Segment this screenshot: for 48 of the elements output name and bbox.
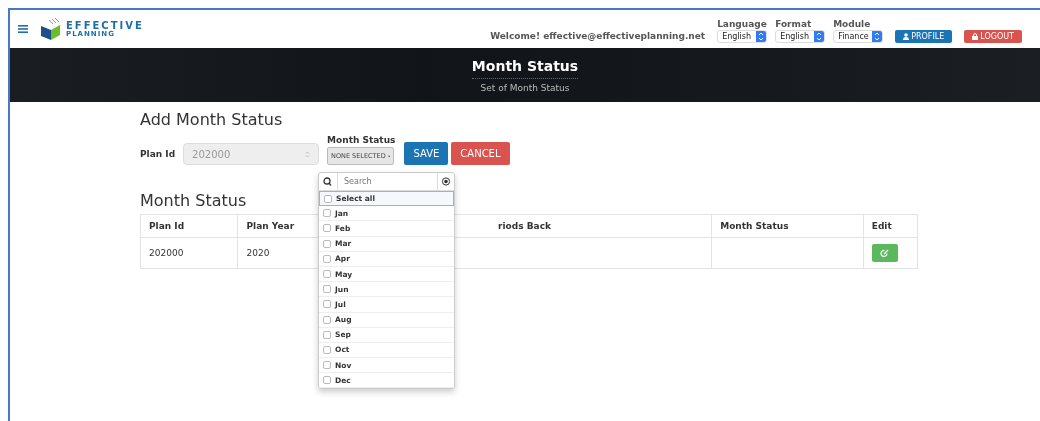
stepper-icon: [756, 31, 767, 42]
column-header: Plan Id: [140, 214, 238, 238]
select-field[interactable]: English: [717, 30, 768, 43]
checkbox[interactable]: [323, 345, 331, 354]
edit-button[interactable]: [871, 244, 898, 262]
stepper-icon: [814, 31, 825, 42]
edit-icon: [880, 248, 890, 258]
checkbox[interactable]: [323, 330, 331, 339]
field-label: Plan Id: [140, 149, 176, 161]
table-cell: 2020: [246, 248, 270, 258]
checkbox[interactable]: [323, 285, 331, 294]
checkbox[interactable]: [323, 254, 331, 263]
caret-icon: [387, 154, 391, 158]
checkbox[interactable]: [323, 315, 331, 324]
menu-icon[interactable]: [18, 25, 28, 33]
checkbox[interactable]: [323, 239, 331, 248]
select-field[interactable]: Finance: [833, 30, 884, 43]
banner-title: Month Status: [471, 57, 579, 79]
table-cell: 202000: [149, 248, 184, 258]
stepper-icon: [305, 149, 311, 159]
checkbox[interactable]: [324, 194, 332, 203]
checkbox[interactable]: [323, 209, 331, 218]
column-header: Month Status: [711, 214, 864, 238]
checkbox[interactable]: [323, 376, 331, 385]
logo-name: EFFECTIVE: [66, 20, 144, 31]
lock-icon: [972, 33, 979, 40]
column-header: Edit: [863, 214, 918, 238]
select-label: Module: [833, 19, 872, 29]
checkbox[interactable]: [323, 224, 331, 233]
profile-button[interactable]: PROFILE: [895, 30, 953, 43]
welcome-text: Welcome! effective@effectiveplanning.net: [490, 31, 706, 43]
banner-subtitle: Set of Month Status: [480, 82, 570, 93]
select-label: Language: [717, 19, 768, 29]
select-label: Format: [775, 19, 813, 29]
logout-button[interactable]: LOGOUT: [964, 30, 1022, 43]
cancel-button[interactable]: CANCEL: [451, 142, 510, 165]
save-button[interactable]: SAVE: [404, 142, 449, 165]
checkbox[interactable]: [323, 270, 331, 279]
checkbox[interactable]: [323, 300, 331, 309]
checkbox[interactable]: [323, 361, 331, 370]
search-field[interactable]: Search: [337, 173, 438, 190]
user-icon: [903, 33, 910, 40]
field-label: Month Status: [327, 135, 396, 145]
section-heading: Add Month Status: [140, 110, 283, 129]
stepper-icon: [872, 31, 883, 42]
section-heading: Month Status: [140, 191, 247, 210]
select-field[interactable]: English: [775, 30, 826, 43]
logo-icon: [40, 18, 62, 40]
